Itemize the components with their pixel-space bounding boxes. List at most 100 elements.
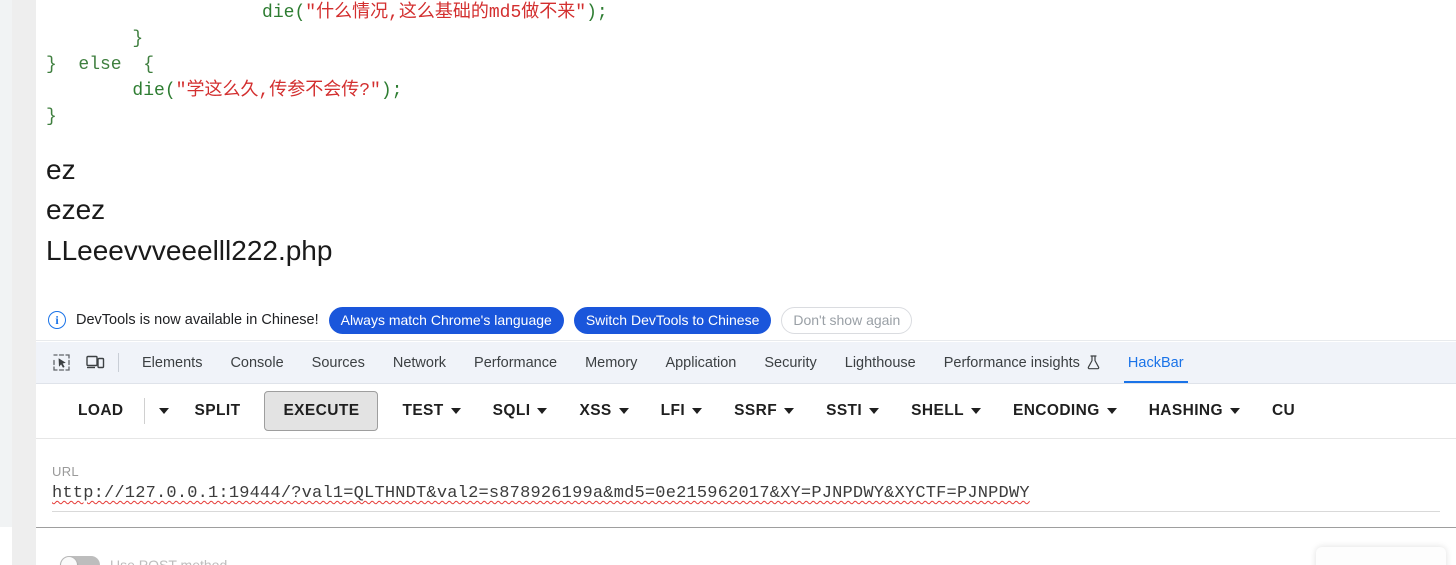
hackbar-options-row: Use POST method: [36, 527, 1456, 565]
use-post-method-label: Use POST method: [110, 557, 228, 565]
chevron-down-icon: [537, 408, 548, 414]
tab-security[interactable]: Security: [750, 342, 830, 383]
hackbar-sqli-button[interactable]: SQLI: [477, 402, 564, 420]
hackbar-item-label: SQLI: [492, 402, 531, 419]
page-output-line-2: ezez: [46, 194, 106, 225]
php-source-output: die("什么情况,这么基础的md5做不来"); }} else { die("…: [36, 0, 1456, 130]
hackbar-lfi-button[interactable]: LFI: [645, 402, 718, 420]
hackbar-divider: [143, 398, 145, 424]
code-token: ;: [596, 3, 608, 23]
tab-performance-insights[interactable]: Performance insights: [930, 342, 1114, 383]
hackbar-xss-button[interactable]: XSS: [563, 402, 644, 420]
hackbar-item-label: LOAD: [78, 402, 124, 419]
tab-application[interactable]: Application: [651, 342, 750, 383]
code-line: }: [46, 26, 1456, 52]
info-icon: i: [48, 311, 66, 329]
page-output-line-1: ez: [46, 154, 76, 185]
tab-label: HackBar: [1127, 354, 1184, 371]
code-token: die: [132, 81, 165, 101]
tab-network[interactable]: Network: [379, 342, 460, 383]
always-match-language-button[interactable]: Always match Chrome's language: [328, 306, 564, 334]
code-token: (: [294, 3, 306, 23]
hackbar-test-button[interactable]: TEST: [386, 402, 476, 420]
url-field-underline: [52, 511, 1440, 512]
code-line: }: [46, 104, 1456, 130]
hackbar-encoding-button[interactable]: ENCODING: [997, 402, 1133, 420]
hackbar-item-label: CU: [1271, 402, 1296, 419]
hackbar-item-label: SSRF: [734, 402, 778, 419]
hackbar-load-button[interactable]: LOAD: [36, 402, 140, 420]
code-token: ;: [391, 81, 403, 101]
inspect-element-icon[interactable]: [44, 342, 78, 383]
hackbar-load-dropdown-button[interactable]: [149, 408, 179, 414]
page-output-line-3: LLeeevvveeelll222.php: [46, 235, 333, 266]
page-left-gutter: [12, 0, 36, 565]
code-token: } else {: [46, 55, 155, 75]
tab-label: Lighthouse: [844, 354, 916, 371]
code-token: "什么情况,这么基础的md5做不来": [305, 3, 587, 23]
code-token: }: [132, 29, 144, 49]
code-line: } else {: [46, 52, 1456, 78]
code-token: ): [586, 3, 597, 23]
hackbar-item-label: SSTI: [826, 402, 863, 419]
beaker-icon: [1087, 355, 1100, 370]
chevron-down-icon: [692, 408, 703, 414]
hackbar-split-button[interactable]: SPLIT: [179, 402, 257, 420]
floating-panel-card: [1316, 547, 1446, 565]
code-token: ): [380, 81, 392, 101]
tab-label: Performance insights: [943, 354, 1080, 371]
chevron-down-icon: [1106, 408, 1117, 414]
window-left-edge: [0, 0, 12, 527]
devtools-tab-bar: Elements Console Sources Network Performance…: [36, 342, 1456, 384]
hackbar-hashing-button[interactable]: HASHING: [1133, 402, 1256, 420]
chevron-down-icon: [970, 408, 981, 414]
hackbar-cu-button[interactable]: CU: [1256, 402, 1311, 420]
hackbar-ssrf-button[interactable]: SSRF: [718, 402, 810, 420]
device-toolbar-icon[interactable]: [78, 342, 112, 383]
chevron-down-icon: [869, 408, 880, 414]
tab-performance[interactable]: Performance: [460, 342, 571, 383]
code-token: }: [46, 107, 57, 127]
chevron-down-icon: [1229, 408, 1240, 414]
tab-label: Sources: [311, 354, 365, 371]
hackbar-item-label: HASHING: [1148, 402, 1223, 419]
code-line: die("学这么久,传参不会传?");: [46, 78, 1456, 104]
rendered-page-content: die("什么情况,这么基础的md5做不来"); }} else { die("…: [36, 0, 1456, 296]
hackbar-item-label: SHELL: [911, 402, 964, 419]
tab-sources[interactable]: Sources: [298, 342, 379, 383]
tab-memory[interactable]: Memory: [571, 342, 651, 383]
tab-label: Console: [230, 354, 284, 371]
switch-to-chinese-button[interactable]: Switch DevTools to Chinese: [573, 306, 772, 334]
hackbar-toolbar: LOAD SPLIT EXECUTE TEST SQLI XSS LFI SSRF SSTI SH…: [36, 384, 1456, 439]
hackbar-item-label: LFI: [660, 402, 686, 419]
chevron-down-icon: [158, 408, 169, 414]
tab-lighthouse[interactable]: Lighthouse: [831, 342, 930, 383]
hackbar-ssti-button[interactable]: SSTI: [810, 402, 895, 420]
tab-elements[interactable]: Elements: [128, 342, 216, 383]
notification-message: DevTools is now available in Chinese!: [76, 312, 319, 328]
toolbar-divider: [118, 353, 119, 372]
chevron-down-icon: [618, 408, 629, 414]
tab-label: Application: [665, 354, 737, 371]
code-line: die("什么情况,这么基础的md5做不来");: [46, 0, 1456, 26]
dont-show-again-button[interactable]: Don't show again: [781, 306, 913, 334]
browser-window: die("什么情况,这么基础的md5做不来"); }} else { die("…: [0, 0, 1456, 565]
url-input[interactable]: http://127.0.0.1:19444/?val1=QLTHNDT&val…: [52, 484, 1446, 503]
tab-label: Security: [764, 354, 817, 371]
code-token: die: [262, 3, 295, 23]
hackbar-execute-button[interactable]: EXECUTE: [264, 391, 379, 431]
hackbar-item-label: TEST: [402, 402, 444, 419]
tab-console[interactable]: Console: [216, 342, 297, 383]
tab-hackbar[interactable]: HackBar: [1114, 342, 1198, 383]
hackbar-item-label: SPLIT: [194, 402, 241, 419]
chevron-down-icon: [784, 408, 795, 414]
tab-label: Network: [392, 354, 447, 371]
devtools-locale-notification: i DevTools is now available in Chinese! …: [36, 300, 1456, 341]
hackbar-shell-button[interactable]: SHELL: [895, 402, 997, 420]
toggle-switch-icon[interactable]: [60, 556, 100, 565]
code-token: (: [164, 81, 176, 101]
chevron-down-icon: [450, 408, 461, 414]
tab-label: Elements: [142, 354, 203, 371]
use-post-method-toggle[interactable]: Use POST method: [60, 556, 227, 565]
tab-label: Memory: [585, 354, 638, 371]
